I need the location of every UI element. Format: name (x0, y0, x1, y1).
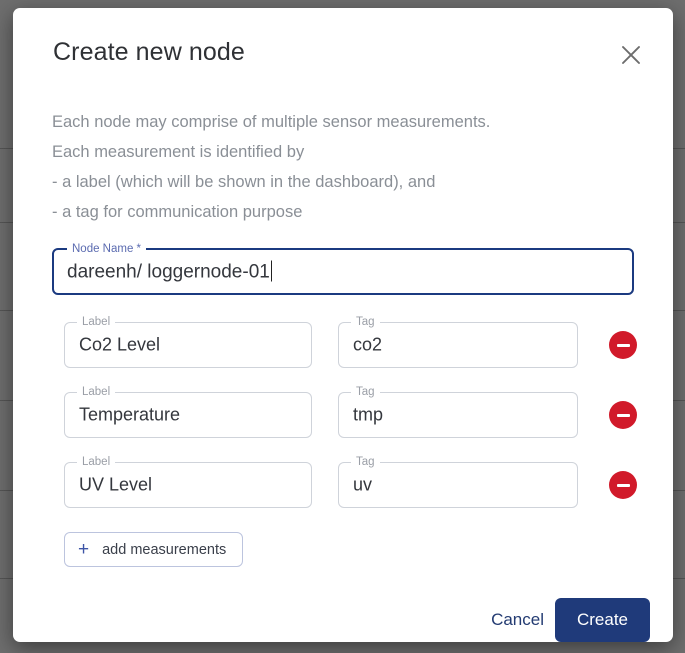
minus-bar (617, 414, 630, 417)
dialog-description: Each node may comprise of multiple senso… (52, 107, 632, 227)
close-icon[interactable] (614, 38, 648, 72)
create-button[interactable]: Create (555, 598, 650, 642)
close-icon-glyph (620, 44, 642, 66)
measurement-label-value-2: Temperature (79, 405, 180, 426)
node-name-label: Node Name * (67, 242, 146, 256)
measurement-label-input-1[interactable]: Label Co2 Level (64, 322, 312, 368)
minus-circle-icon[interactable] (609, 471, 637, 499)
measurement-tag-value-2: tmp (353, 405, 383, 426)
description-line: - a tag for communication purpose (52, 197, 632, 227)
measurement-label-value-3: UV Level (79, 475, 152, 496)
measurement-tag-input-1[interactable]: Tag co2 (338, 322, 578, 368)
measurement-label-value-1: Co2 Level (79, 335, 160, 356)
node-name-value: dareenh/ loggernode-01 (67, 261, 270, 282)
measurement-label-legend-1: Label (77, 315, 115, 329)
create-node-dialog: Create new node Each node may comprise o… (13, 8, 673, 642)
add-measurements-label: add measurements (102, 542, 226, 558)
description-line: - a label (which will be shown in the da… (52, 167, 632, 197)
measurement-tag-legend-1: Tag (351, 315, 380, 329)
plus-icon: + (78, 540, 89, 559)
description-line: Each measurement is identified by (52, 137, 632, 167)
description-line: Each node may comprise of multiple senso… (52, 107, 632, 137)
measurement-tag-legend-3: Tag (351, 455, 380, 469)
minus-bar (617, 484, 630, 487)
measurement-tag-legend-2: Tag (351, 385, 380, 399)
minus-circle-icon[interactable] (609, 401, 637, 429)
measurement-tag-input-3[interactable]: Tag uv (338, 462, 578, 508)
measurement-label-legend-3: Label (77, 455, 115, 469)
node-name-input[interactable]: Node Name * dareenh/ loggernode-01 (52, 248, 634, 295)
measurement-label-legend-2: Label (77, 385, 115, 399)
minus-bar (617, 344, 630, 347)
minus-circle-icon[interactable] (609, 331, 637, 359)
cancel-button[interactable]: Cancel (479, 601, 556, 639)
measurement-tag-value-1: co2 (353, 335, 382, 356)
node-name-value-wrap: dareenh/ loggernode-01 (67, 260, 272, 283)
measurement-label-input-3[interactable]: Label UV Level (64, 462, 312, 508)
text-caret (271, 260, 272, 281)
measurement-label-input-2[interactable]: Label Temperature (64, 392, 312, 438)
dialog-title: Create new node (53, 38, 245, 67)
add-measurements-button[interactable]: + add measurements (64, 532, 243, 567)
measurement-tag-input-2[interactable]: Tag tmp (338, 392, 578, 438)
measurement-tag-value-3: uv (353, 475, 372, 496)
